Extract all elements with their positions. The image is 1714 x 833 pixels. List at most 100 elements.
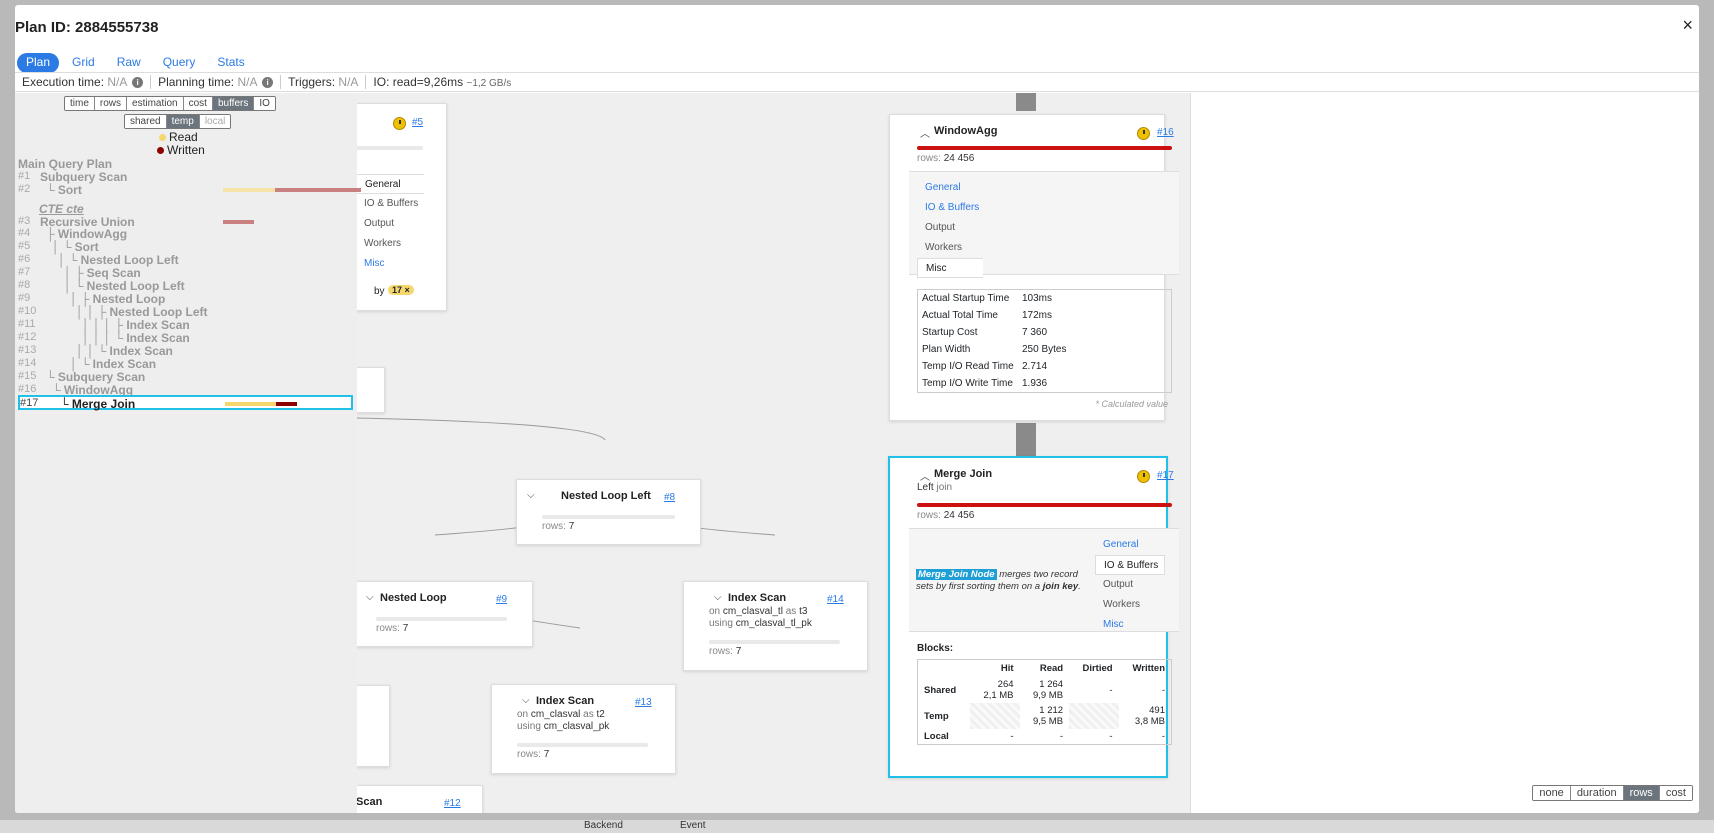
format-rows-button[interactable]: rows (1623, 786, 1660, 800)
metric-rows-button[interactable]: rows (94, 97, 128, 110)
chevron-up-icon[interactable]: ︿ (920, 468, 930, 483)
plan-node-16[interactable]: ︿ WindowAgg #16 rows: 24 456 General IO … (889, 114, 1179, 421)
metric-cost-button[interactable]: cost (183, 97, 213, 110)
node-tab-workers[interactable]: Workers (356, 234, 424, 254)
node-tab-output[interactable]: Output (917, 218, 1179, 238)
tree-node-number: #7 (18, 266, 31, 278)
node-bar (709, 640, 840, 644)
plan-node-14[interactable]: ⌵ Index Scan #14 on cm_clasval_tl as t3 … (683, 581, 868, 671)
tree-node-name: │ │ ├ Nested Loop Left (76, 305, 208, 319)
tree-node-5[interactable]: #5 │ └ Sort (18, 240, 353, 254)
tree-node-15[interactable]: #15 └ Subquery Scan (18, 370, 353, 384)
tree-node-number: #3 (18, 215, 31, 227)
tree-node-number: #9 (18, 292, 31, 304)
node-id-link[interactable]: #9 (496, 594, 507, 605)
node-tab-general[interactable]: General (356, 174, 424, 194)
format-duration-button[interactable]: duration (1570, 786, 1624, 800)
tree-node-name: │ └ Nested Loop Left (58, 253, 179, 267)
tree-node-number: #4 (18, 227, 31, 239)
metric-io-button[interactable]: IO (254, 97, 275, 110)
tab-stats[interactable]: Stats (208, 53, 253, 73)
chevron-down-icon[interactable]: ⌵ (522, 695, 530, 706)
chevron-down-icon[interactable]: ⌵ (366, 592, 374, 603)
chevron-down-icon[interactable]: ⌵ (714, 592, 722, 603)
node-tab-general[interactable]: General (1095, 535, 1165, 555)
node-tab-io-buffers[interactable]: IO & Buffers (917, 198, 1179, 218)
plan-node-partial[interactable] (355, 685, 390, 767)
node-tab-io-buffers[interactable]: IO & Buffers (356, 194, 424, 214)
tree-node-number: #8 (18, 279, 31, 291)
node-tabs: General IO & Buffers Output Workers Misc (356, 174, 424, 274)
tree-node-name: │ └ Nested Loop Left (64, 279, 185, 293)
tree-node-number: #6 (18, 253, 31, 265)
format-cost-button[interactable]: cost (1659, 786, 1692, 800)
node-tabs-area: General IO & Buffers Output Workers Misc (909, 171, 1179, 278)
plan-diagram-canvas[interactable]: #5 General IO & Buffers Output Workers M… (15, 93, 1699, 813)
tab-query[interactable]: Query (154, 53, 205, 73)
triggers: Triggers: N/A (281, 75, 367, 89)
plan-modal: Plan ID: 2884555738 × Plan Grid Raw Quer… (15, 5, 1699, 813)
info-icon[interactable]: i (262, 77, 274, 89)
tree-node-6[interactable]: #6 │ └ Nested Loop Left (18, 253, 353, 267)
node-tab-misc[interactable]: Misc (356, 254, 424, 274)
metric-buffers-button[interactable]: buffers (212, 97, 255, 110)
tree-node-12[interactable]: #12 │ │ │ └ Index Scan (18, 331, 353, 345)
node-tab-general[interactable]: General (917, 178, 1179, 198)
node-tab-workers[interactable]: Workers (1095, 595, 1165, 615)
node-tab-misc[interactable]: Misc (917, 258, 983, 278)
node-tab-io-buffers[interactable]: IO & Buffers (1095, 555, 1165, 575)
plan-node-9[interactable]: ⌵ Nested Loop #9 rows: 7 (355, 581, 533, 647)
plan-info-bar: Execution time: N/A i Planning time: N/A… (15, 72, 1699, 92)
tree-node-2[interactable]: #2 └ Sort (18, 183, 361, 197)
info-icon[interactable]: i (132, 77, 144, 89)
node-tab-misc[interactable]: Misc (1095, 615, 1165, 635)
tab-plan[interactable]: Plan (17, 53, 60, 73)
tree-node-8[interactable]: #8 │ └ Nested Loop Left (18, 279, 353, 293)
tree-node-4[interactable]: #4 ├ WindowAgg (18, 227, 353, 241)
chevron-down-icon[interactable]: ⌵ (527, 490, 535, 501)
node-id-link[interactable]: #14 (827, 594, 844, 605)
format-none-button[interactable]: none (1533, 786, 1571, 800)
tree-node-number: #1 (18, 170, 31, 182)
plan-node-17[interactable]: ︿ Merge Join Left join #17 rows: 24 456 … (888, 456, 1179, 778)
metric-time-button[interactable]: time (65, 97, 95, 110)
metric-estimation-button[interactable]: estimation (127, 97, 184, 110)
node-id-link[interactable]: #5 (412, 117, 423, 128)
node-id-link[interactable]: #13 (635, 697, 652, 708)
node-relation: on cm_clasval_tl as t3 (709, 606, 808, 617)
written-bar (223, 220, 254, 224)
plan-node-partial[interactable] (355, 367, 385, 413)
cte-label: CTE cte (39, 202, 84, 216)
tree-node-13[interactable]: #13 │ │ └ Index Scan (18, 344, 353, 358)
plan-node-8[interactable]: ⌵ Nested Loop Left #8 rows: 7 (516, 479, 701, 545)
tree-node-17[interactable]: #17 └ Merge Join (18, 395, 353, 411)
close-icon[interactable]: × (1682, 15, 1693, 36)
tree-node-number: #17 (20, 397, 39, 409)
legend-read: Read (159, 130, 198, 144)
node-tab-workers[interactable]: Workers (917, 238, 1179, 258)
plan-node-12[interactable]: Scan #12 (355, 785, 483, 813)
node-id-link[interactable]: #16 (1157, 127, 1174, 138)
buffer-temp-button[interactable]: temp (166, 115, 200, 128)
tree-node-14[interactable]: #14 │ └ Index Scan (18, 357, 353, 371)
plan-node-13[interactable]: ⌵ Index Scan #13 on cm_clasval as t2 usi… (491, 684, 676, 774)
tab-raw[interactable]: Raw (108, 53, 150, 73)
tab-grid[interactable]: Grid (63, 53, 104, 73)
node-id-link[interactable]: #8 (664, 492, 675, 503)
node-tab-output[interactable]: Output (1095, 575, 1165, 595)
clock-icon (1137, 470, 1150, 483)
tree-node-name: Subquery Scan (40, 170, 128, 184)
tree-node-1[interactable]: #1 Subquery Scan (18, 170, 353, 184)
buffer-shared-button[interactable]: shared (125, 115, 167, 128)
tree-node-9[interactable]: #9 │ ├ Nested Loop (18, 292, 353, 306)
tree-node-7[interactable]: #7 │ ├ Seq Scan (18, 266, 353, 280)
node-relation: on cm_clasval as t2 (517, 709, 605, 720)
node-id-link[interactable]: #12 (444, 798, 461, 809)
node-id-link[interactable]: #17 (1157, 470, 1174, 481)
chevron-up-icon[interactable]: ︿ (920, 125, 930, 140)
node-tab-output[interactable]: Output (356, 214, 424, 234)
buffer-local-button[interactable]: local (199, 115, 231, 128)
plan-node-5[interactable]: #5 General IO & Buffers Output Workers M… (355, 103, 447, 311)
tree-node-10[interactable]: #10 │ │ ├ Nested Loop Left (18, 305, 353, 319)
tree-node-11[interactable]: #11 │ │ │ ├ Index Scan (18, 318, 353, 332)
